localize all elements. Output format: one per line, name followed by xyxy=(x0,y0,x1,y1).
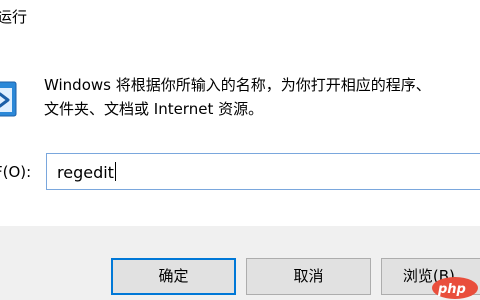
open-input-value: regedit xyxy=(57,162,116,182)
title-bar[interactable]: 运行 xyxy=(0,0,480,36)
run-icon xyxy=(0,81,17,117)
cancel-button[interactable]: 取消 xyxy=(246,258,371,295)
open-label: F(O): xyxy=(0,163,32,181)
description-line-2: 文件夹、文档或 Internet 资源。 xyxy=(44,100,264,118)
open-input[interactable]: regedit xyxy=(46,153,480,190)
description-text: Windows 将根据你所输入的名称，为你打开相应的程序、 文件夹、文档或 In… xyxy=(44,73,480,121)
run-dialog: 运行 Windows 将根据你所输入的名称，为你打开相应的程序、 文件夹、文档或… xyxy=(0,0,480,300)
description-line-1: Windows 将根据你所输入的名称，为你打开相应的程序、 xyxy=(44,76,431,94)
ok-button[interactable]: 确定 xyxy=(111,258,236,295)
text-caret xyxy=(114,162,116,181)
watermark-text: php xyxy=(438,282,466,297)
window-title: 运行 xyxy=(0,8,28,26)
